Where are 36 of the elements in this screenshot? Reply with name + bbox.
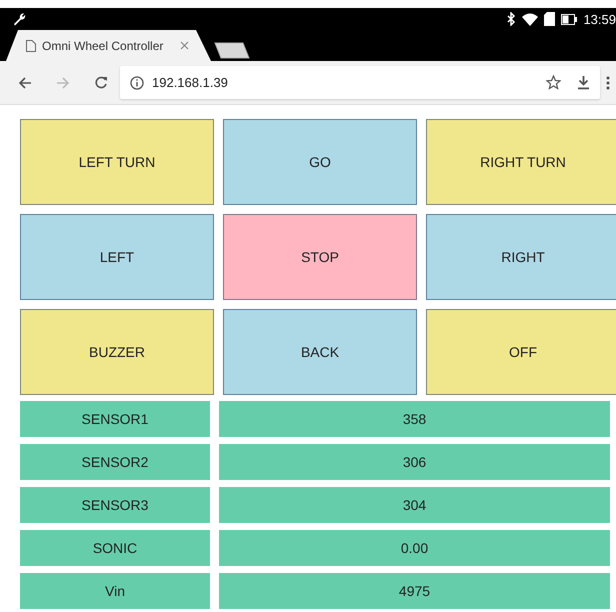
control-button[interactable]: BUZZER (20, 309, 214, 395)
clock-time: 13:59 (583, 12, 616, 26)
battery-icon (561, 14, 578, 24)
sensor-label: SENSOR3 (20, 487, 210, 523)
star-icon[interactable] (546, 75, 561, 90)
sensor-label: SENSOR1 (20, 401, 210, 437)
sensor-value: 358 (219, 401, 610, 437)
page-icon (26, 40, 36, 52)
download-icon[interactable] (577, 75, 590, 90)
sensor-value: 306 (219, 444, 610, 480)
sim-card-icon (544, 12, 556, 26)
control-button[interactable]: GO (223, 119, 417, 205)
control-button[interactable]: RIGHT TURN (426, 119, 616, 205)
wifi-icon (522, 12, 538, 26)
close-icon[interactable] (180, 41, 189, 50)
reload-icon[interactable] (94, 76, 108, 90)
sensor-label: SENSOR2 (20, 444, 210, 480)
control-button[interactable]: STOP (223, 214, 417, 300)
control-button[interactable]: LEFT (20, 214, 214, 300)
sensor-value: 0.00 (219, 530, 610, 566)
control-button[interactable]: BACK (223, 309, 417, 395)
browser-tab[interactable]: Omni Wheel Controller (6, 30, 211, 61)
sensor-label: Vin (20, 573, 210, 609)
control-button[interactable]: OFF (426, 309, 616, 395)
back-arrow-icon[interactable] (18, 76, 32, 90)
control-button[interactable]: LEFT TURN (20, 119, 214, 205)
address-bar[interactable]: 192.168.1.39 (120, 66, 600, 99)
sensor-value: 4975 (219, 573, 610, 609)
info-icon (130, 76, 144, 90)
menu-icon[interactable] (606, 76, 610, 90)
bluetooth-icon (507, 12, 516, 26)
new-tab-icon[interactable] (213, 42, 251, 59)
control-button[interactable]: RIGHT (426, 214, 616, 300)
sensor-label: SONIC (20, 530, 210, 566)
sensor-value: 304 (219, 487, 610, 523)
wrench-icon (12, 12, 26, 26)
